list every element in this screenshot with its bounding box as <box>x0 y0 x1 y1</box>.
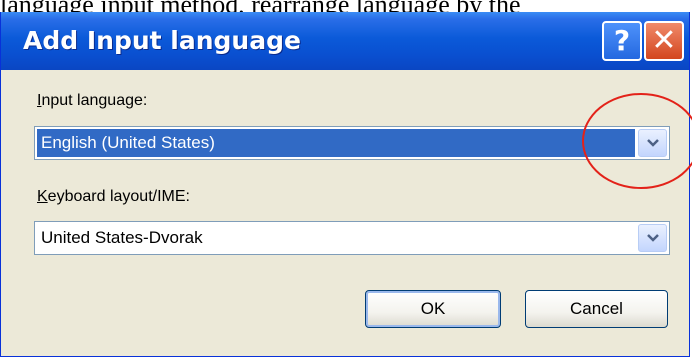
input-language-dropdown[interactable]: English (United States) <box>34 126 670 160</box>
keyboard-layout-label: Keyboard layout/IME: <box>37 188 190 206</box>
title-bar: Add Input language ? ✕ <box>1 12 689 70</box>
close-button[interactable]: ✕ <box>644 21 684 61</box>
input-language-label-text: nput language: <box>41 92 148 109</box>
input-language-value: English (United States) <box>37 129 635 157</box>
help-button[interactable]: ? <box>602 21 642 61</box>
keyboard-layout-label-text: eyboard layout/IME: <box>47 188 190 205</box>
keyboard-layout-dropdown[interactable]: United States-Dvorak <box>34 221 670 255</box>
keyboard-layout-value: United States-Dvorak <box>41 228 203 247</box>
input-language-label: Input language: <box>37 92 147 110</box>
red-circle-annotation <box>582 93 692 189</box>
add-input-language-dialog: Add Input language ? ✕ Input language: E… <box>0 12 690 357</box>
ok-button[interactable]: OK <box>365 290 501 328</box>
chevron-down-icon <box>647 234 659 242</box>
keyboard-layout-label-mnemonic: K <box>37 188 48 205</box>
keyboard-layout-dropdown-button[interactable] <box>638 224 667 252</box>
cancel-button[interactable]: Cancel <box>525 290 668 328</box>
dialog-title: Add Input language <box>23 26 301 55</box>
